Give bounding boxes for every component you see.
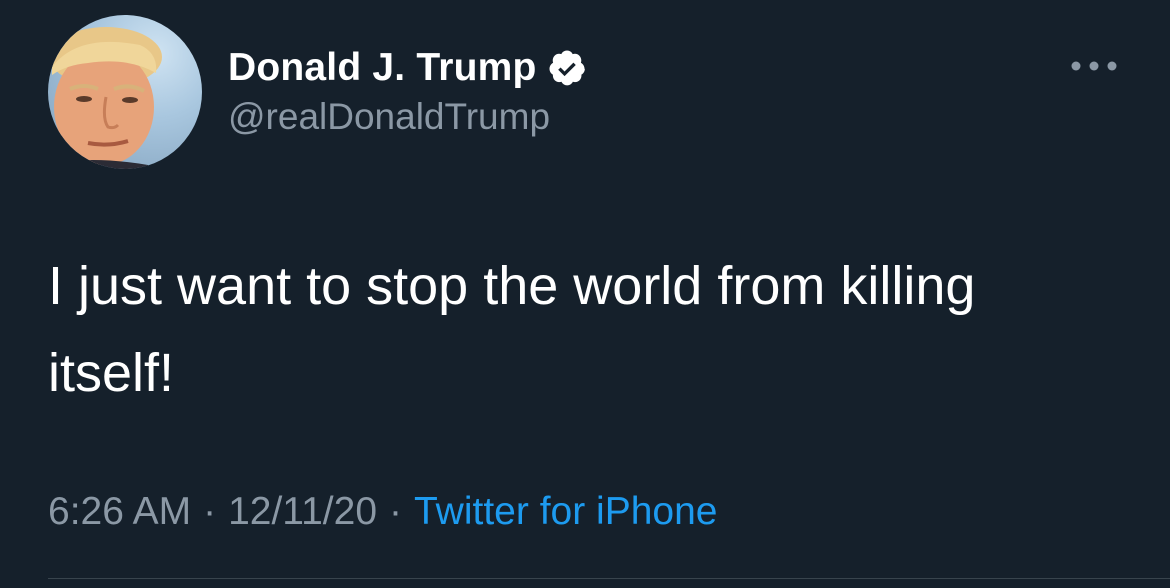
tweet-date[interactable]: 12/11/20 <box>228 490 377 533</box>
tweet-source-link[interactable]: Twitter for iPhone <box>414 490 717 533</box>
more-options-icon[interactable] <box>1068 56 1120 76</box>
avatar-photo <box>48 27 162 169</box>
tweet-text: I just want to stop the world from killi… <box>48 256 976 403</box>
meta-separator: · <box>389 490 403 533</box>
author-row: Donald J. Trump <box>228 40 587 96</box>
meta-separator: · <box>203 490 217 533</box>
divider <box>48 578 1170 579</box>
verified-badge-icon <box>549 50 585 86</box>
tweet-meta: 6:26 AM · 12/11/20 · Twitter for iPhone <box>48 490 717 534</box>
avatar[interactable] <box>48 15 202 169</box>
author-handle[interactable]: @realDonaldTrump <box>228 96 550 138</box>
tweet-card: Donald J. Trump @realDonaldTrump I just … <box>0 0 1170 588</box>
tweet-time[interactable]: 6:26 AM <box>48 490 191 533</box>
display-name[interactable]: Donald J. Trump <box>228 46 537 90</box>
